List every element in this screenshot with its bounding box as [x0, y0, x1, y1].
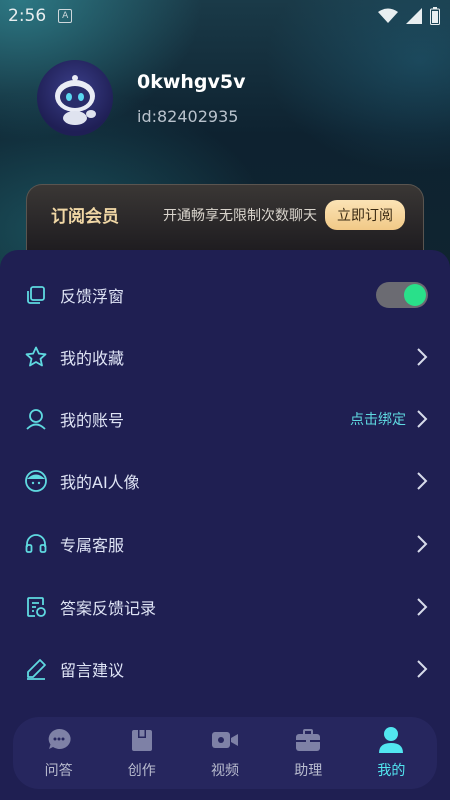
chevron-right-icon [417, 348, 428, 366]
tab-qa[interactable]: 问答 [17, 717, 100, 789]
bind-account-link[interactable]: 点击绑定 [350, 409, 406, 429]
bottom-tab-bar: 问答 创作 视频 助理 我的 [13, 717, 437, 789]
star-icon [24, 345, 48, 369]
chevron-right-icon [417, 472, 428, 490]
menu-label: 我的收藏 [60, 349, 125, 368]
tab-label: 助理 [294, 763, 323, 779]
chevron-right-icon [417, 660, 428, 678]
menu-item-feedback-window[interactable]: 反馈浮窗 [0, 264, 450, 326]
robot-icon [55, 75, 96, 125]
avatar[interactable] [37, 60, 113, 136]
briefcase-icon [295, 726, 321, 754]
vip-description: 开通畅享无限制次数聊天 [163, 207, 317, 224]
menu-label: 反馈浮窗 [60, 287, 125, 306]
tab-label: 问答 [44, 763, 73, 779]
menu-label: 留言建议 [60, 661, 125, 680]
pen-icon [24, 657, 48, 681]
menu-label: 答案反馈记录 [60, 599, 157, 618]
user-id: id:82402935 [137, 106, 239, 126]
menu-label: 我的账号 [60, 411, 125, 430]
menu-item-ai-portrait[interactable]: 我的AI人像 [0, 450, 450, 512]
feedback-window-toggle[interactable] [376, 282, 428, 308]
status-time: 2:56 [8, 6, 47, 26]
status-bar: 2:56 A [0, 0, 450, 32]
tab-video[interactable]: 视频 [183, 717, 266, 789]
subscribe-button[interactable]: 立即订阅 [325, 199, 405, 230]
menu-item-suggestions[interactable]: 留言建议 [0, 638, 450, 700]
box-icon [130, 726, 154, 754]
window-icon [24, 283, 48, 307]
tab-mine[interactable]: 我的 [350, 717, 433, 789]
person-icon [378, 726, 404, 754]
menu-label: 专属客服 [60, 536, 125, 555]
menu-item-customer-service[interactable]: 专属客服 [0, 513, 450, 575]
profile-header: 0kwhgv5v id:82402935 [37, 60, 246, 136]
menu-item-feedback-records[interactable]: 答案反馈记录 [0, 576, 450, 638]
vip-title: 订阅会员 [51, 207, 119, 227]
video-icon [211, 726, 239, 754]
wifi-icon [378, 8, 398, 23]
chat-icon [46, 726, 72, 754]
chevron-right-icon [417, 598, 428, 616]
menu-item-favorites[interactable]: 我的收藏 [0, 326, 450, 388]
tab-label: 我的 [377, 763, 406, 779]
battery-icon [430, 7, 440, 25]
chevron-right-icon [417, 535, 428, 553]
menu-label: 我的AI人像 [60, 473, 140, 492]
tab-label: 创作 [127, 763, 156, 779]
ai-face-icon [24, 469, 48, 493]
tab-label: 视频 [211, 763, 239, 779]
chevron-right-icon [417, 410, 428, 428]
record-icon [24, 595, 48, 619]
username: 0kwhgv5v [137, 70, 246, 93]
vip-banner[interactable]: 订阅会员 开通畅享无限制次数聊天 立即订阅 [26, 184, 424, 254]
notification-icon: A [58, 9, 73, 23]
tab-assistant[interactable]: 助理 [267, 717, 350, 789]
user-icon [24, 407, 48, 431]
headset-icon [24, 532, 48, 556]
tab-create[interactable]: 创作 [100, 717, 183, 789]
menu-item-account[interactable]: 我的账号 点击绑定 [0, 388, 450, 450]
signal-icon [406, 8, 422, 24]
